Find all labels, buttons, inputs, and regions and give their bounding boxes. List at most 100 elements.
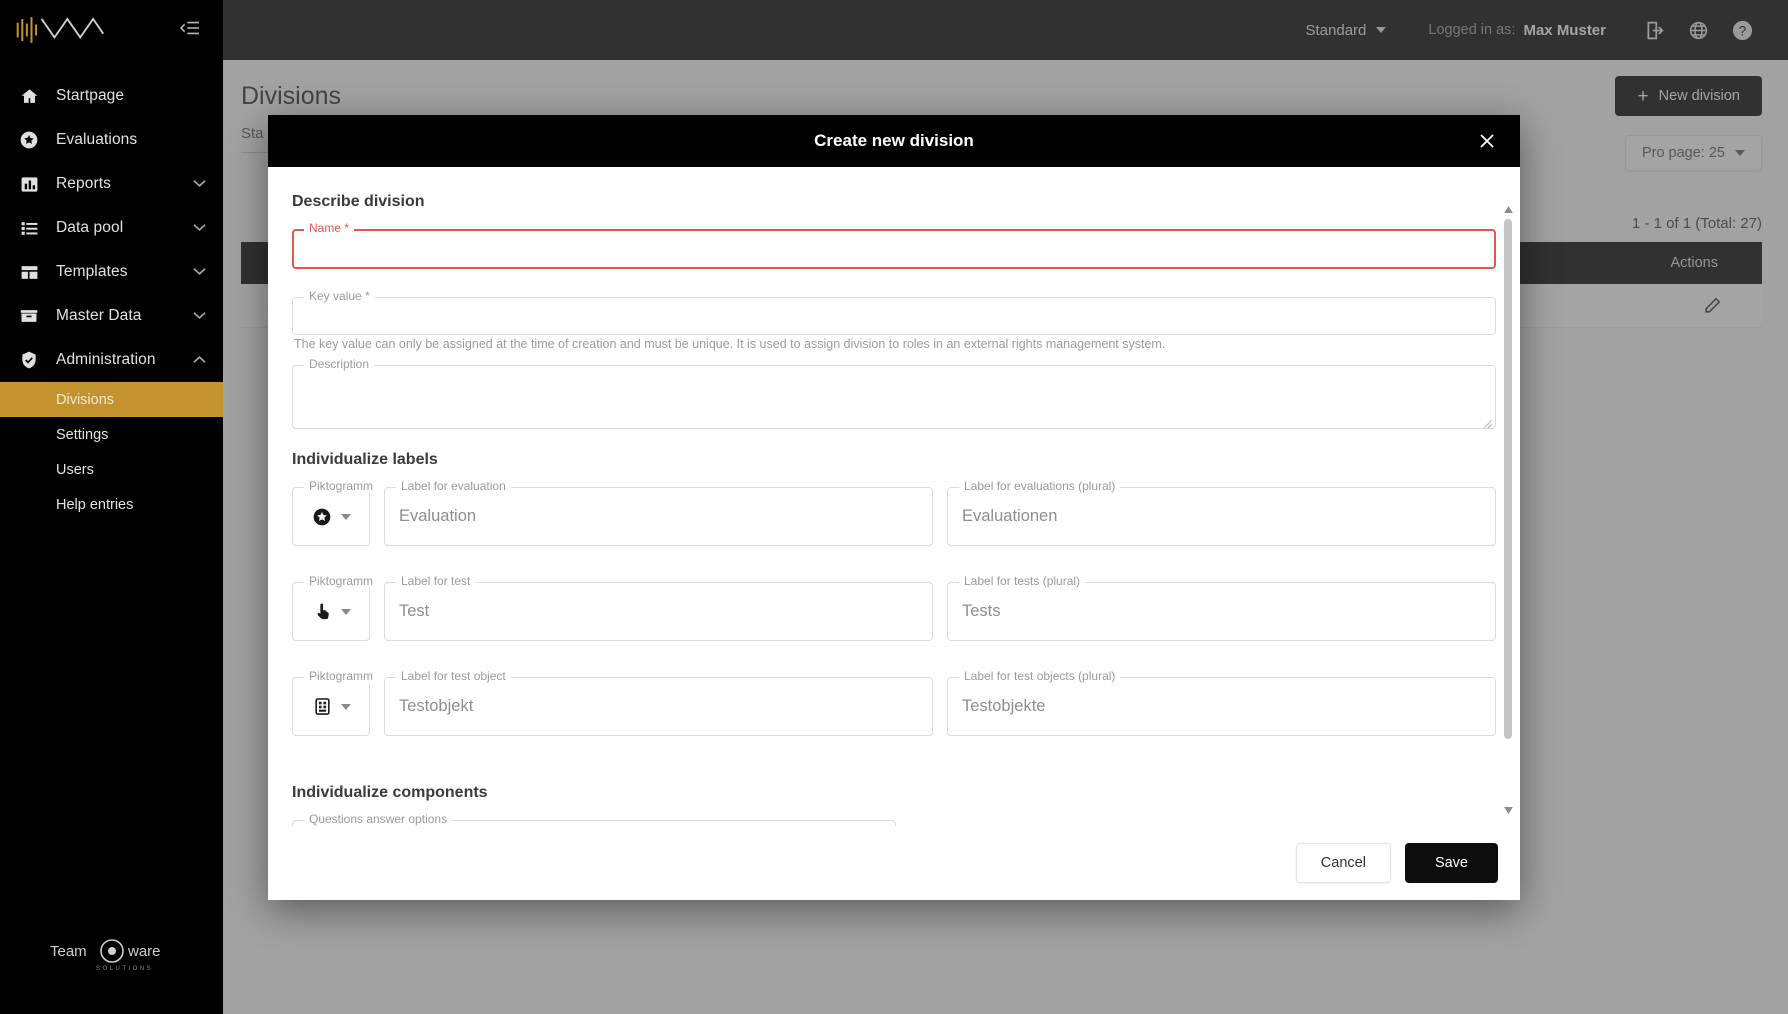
pictogram-select-test[interactable]: Piktogramm bbox=[292, 574, 379, 641]
modal-scrollbar-thumb[interactable] bbox=[1504, 219, 1512, 739]
star-circle-icon bbox=[311, 506, 333, 528]
section-individualize-labels: Individualize labels bbox=[292, 451, 438, 468]
resize-handle-icon[interactable] bbox=[1483, 416, 1493, 429]
svg-text:ware: ware bbox=[127, 943, 161, 960]
sidebar-item-templates[interactable]: Templates bbox=[0, 250, 223, 294]
questions-answer-options-field[interactable]: Questions answer options Not rateable bbox=[292, 812, 896, 826]
sidebar-label-administration: Administration bbox=[56, 351, 156, 368]
chevron-down-icon bbox=[341, 608, 351, 615]
svg-text:Team: Team bbox=[50, 943, 87, 960]
star-circle-icon bbox=[16, 129, 42, 151]
chevron-up-icon bbox=[193, 351, 211, 369]
save-button[interactable]: Save bbox=[1404, 843, 1498, 883]
label-for-test-objects-plural-label: Label for test objects (plural) bbox=[959, 669, 1121, 683]
label-for-tests-plural-box[interactable]: Tests bbox=[947, 582, 1496, 641]
scroll-up-arrow-icon[interactable] bbox=[1502, 203, 1514, 215]
questions-answer-options-label: Questions answer options bbox=[304, 812, 453, 826]
pointing-hand-icon bbox=[311, 601, 333, 623]
chevron-down-icon bbox=[341, 513, 351, 520]
label-for-test-object-box[interactable]: Testobjekt bbox=[384, 677, 933, 736]
sidebar: Startpage Evaluations Reports Data pool … bbox=[0, 0, 223, 1014]
pictogram-select-test-object[interactable]: Piktogramm bbox=[292, 669, 379, 736]
chevron-down-icon bbox=[341, 703, 351, 710]
sidebar-label-startpage: Startpage bbox=[56, 87, 125, 104]
modal-scrollbar[interactable] bbox=[1502, 203, 1514, 816]
sidebar-label-master-data: Master Data bbox=[56, 307, 142, 324]
description-input-box[interactable] bbox=[292, 365, 1496, 429]
sidebar-label-data-pool: Data pool bbox=[56, 219, 124, 236]
sidebar-item-startpage[interactable]: Startpage bbox=[0, 74, 223, 118]
sidebar-item-data-pool[interactable]: Data pool bbox=[0, 206, 223, 250]
name-field-label: Name * bbox=[304, 221, 355, 235]
label-for-evaluation-field[interactable]: Label for evaluation Evaluation bbox=[384, 479, 933, 546]
sidebar-item-divisions[interactable]: Divisions bbox=[0, 382, 223, 417]
sidebar-item-reports[interactable]: Reports bbox=[0, 162, 223, 206]
key-value-input-box[interactable] bbox=[292, 297, 1496, 335]
name-input-value bbox=[294, 231, 1494, 267]
pictogram-select-box-test[interactable] bbox=[292, 582, 370, 641]
collapse-sidebar-button[interactable] bbox=[179, 19, 201, 42]
description-input-value bbox=[293, 366, 1495, 398]
sidebar-label-users: Users bbox=[56, 461, 94, 478]
pictogram-label: Piktogramm bbox=[304, 669, 379, 683]
label-for-test-object-label: Label for test object bbox=[396, 669, 511, 683]
pictogram-select-box-evaluation[interactable] bbox=[292, 487, 370, 546]
label-for-test-objects-plural-box[interactable]: Testobjekte bbox=[947, 677, 1496, 736]
label-for-evaluations-plural-box[interactable]: Evaluationen bbox=[947, 487, 1496, 546]
answer-options-note: This option can be configured for each q… bbox=[912, 820, 1496, 826]
label-row-test: Piktogramm Label for test Test Label for… bbox=[292, 574, 1496, 659]
label-for-test-value: Test bbox=[399, 602, 430, 620]
sidebar-item-master-data[interactable]: Master Data bbox=[0, 294, 223, 338]
section-individualize-components: Individualize components bbox=[292, 784, 488, 801]
label-for-tests-plural-label: Label for tests (plural) bbox=[959, 574, 1086, 588]
key-value-hint: The key value can only be assigned at th… bbox=[294, 337, 1166, 351]
layout-template-icon bbox=[16, 261, 42, 283]
label-row-test-object: Piktogramm Label for test object Testobj… bbox=[292, 669, 1496, 754]
sidebar-label-help-entries: Help entries bbox=[56, 496, 134, 513]
chevron-down-icon bbox=[193, 219, 211, 237]
label-for-evaluations-plural-field[interactable]: Label for evaluations (plural) Evaluatio… bbox=[947, 479, 1496, 546]
label-for-test-object-field[interactable]: Label for test object Testobjekt bbox=[384, 669, 933, 736]
pictogram-select-box-test-object[interactable] bbox=[292, 677, 370, 736]
label-for-test-object-value: Testobjekt bbox=[399, 697, 474, 715]
key-value-input-value bbox=[293, 298, 1495, 334]
label-for-tests-plural-field[interactable]: Label for tests (plural) Tests bbox=[947, 574, 1496, 641]
pictogram-label: Piktogramm bbox=[304, 479, 379, 493]
teamware-waveform-logo bbox=[16, 17, 104, 43]
sidebar-label-settings: Settings bbox=[56, 426, 109, 443]
scroll-down-arrow-icon[interactable] bbox=[1502, 804, 1514, 816]
key-value-field[interactable]: Key value * bbox=[292, 289, 1496, 335]
name-field[interactable]: Name * bbox=[292, 221, 1496, 269]
section-describe-division: Describe division bbox=[292, 193, 425, 210]
sidebar-item-help-entries[interactable]: Help entries bbox=[0, 487, 223, 522]
chip-grid-icon bbox=[311, 696, 333, 718]
label-for-evaluation-box[interactable]: Evaluation bbox=[384, 487, 933, 546]
sidebar-item-administration[interactable]: Administration bbox=[0, 338, 223, 382]
cancel-button[interactable]: Cancel bbox=[1295, 843, 1391, 883]
sidebar-item-evaluations[interactable]: Evaluations bbox=[0, 118, 223, 162]
label-for-test-field[interactable]: Label for test Test bbox=[384, 574, 933, 641]
database-list-icon bbox=[16, 217, 42, 239]
sidebar-header bbox=[0, 0, 223, 60]
chevron-down-icon bbox=[193, 263, 211, 281]
label-for-evaluation-label: Label for evaluation bbox=[396, 479, 511, 493]
close-x-icon[interactable] bbox=[1472, 126, 1502, 156]
pictogram-select-evaluation[interactable]: Piktogramm bbox=[292, 479, 379, 546]
description-field[interactable]: Description bbox=[292, 357, 1496, 429]
label-row-evaluation: Piktogramm Label for evaluation Evaluati… bbox=[292, 479, 1496, 564]
app-root: Standard Logged in as: Max Muster ? bbox=[0, 0, 1788, 1014]
key-value-field-label: Key value * bbox=[304, 289, 375, 303]
label-for-test-box[interactable]: Test bbox=[384, 582, 933, 641]
modal-header: Create new division bbox=[268, 115, 1520, 167]
sidebar-label-evaluations: Evaluations bbox=[56, 131, 138, 148]
sidebar-item-users[interactable]: Users bbox=[0, 452, 223, 487]
label-for-test-objects-plural-field[interactable]: Label for test objects (plural) Testobje… bbox=[947, 669, 1496, 736]
modal-title: Create new division bbox=[814, 131, 974, 150]
chevron-down-icon bbox=[193, 175, 211, 193]
svg-text:SOLUTIONS: SOLUTIONS bbox=[96, 966, 153, 972]
modal-footer: Cancel Save bbox=[268, 826, 1520, 900]
name-input-box[interactable] bbox=[292, 229, 1496, 269]
label-for-evaluation-value: Evaluation bbox=[399, 507, 477, 525]
sidebar-item-settings[interactable]: Settings bbox=[0, 417, 223, 452]
shield-check-icon bbox=[16, 349, 42, 371]
